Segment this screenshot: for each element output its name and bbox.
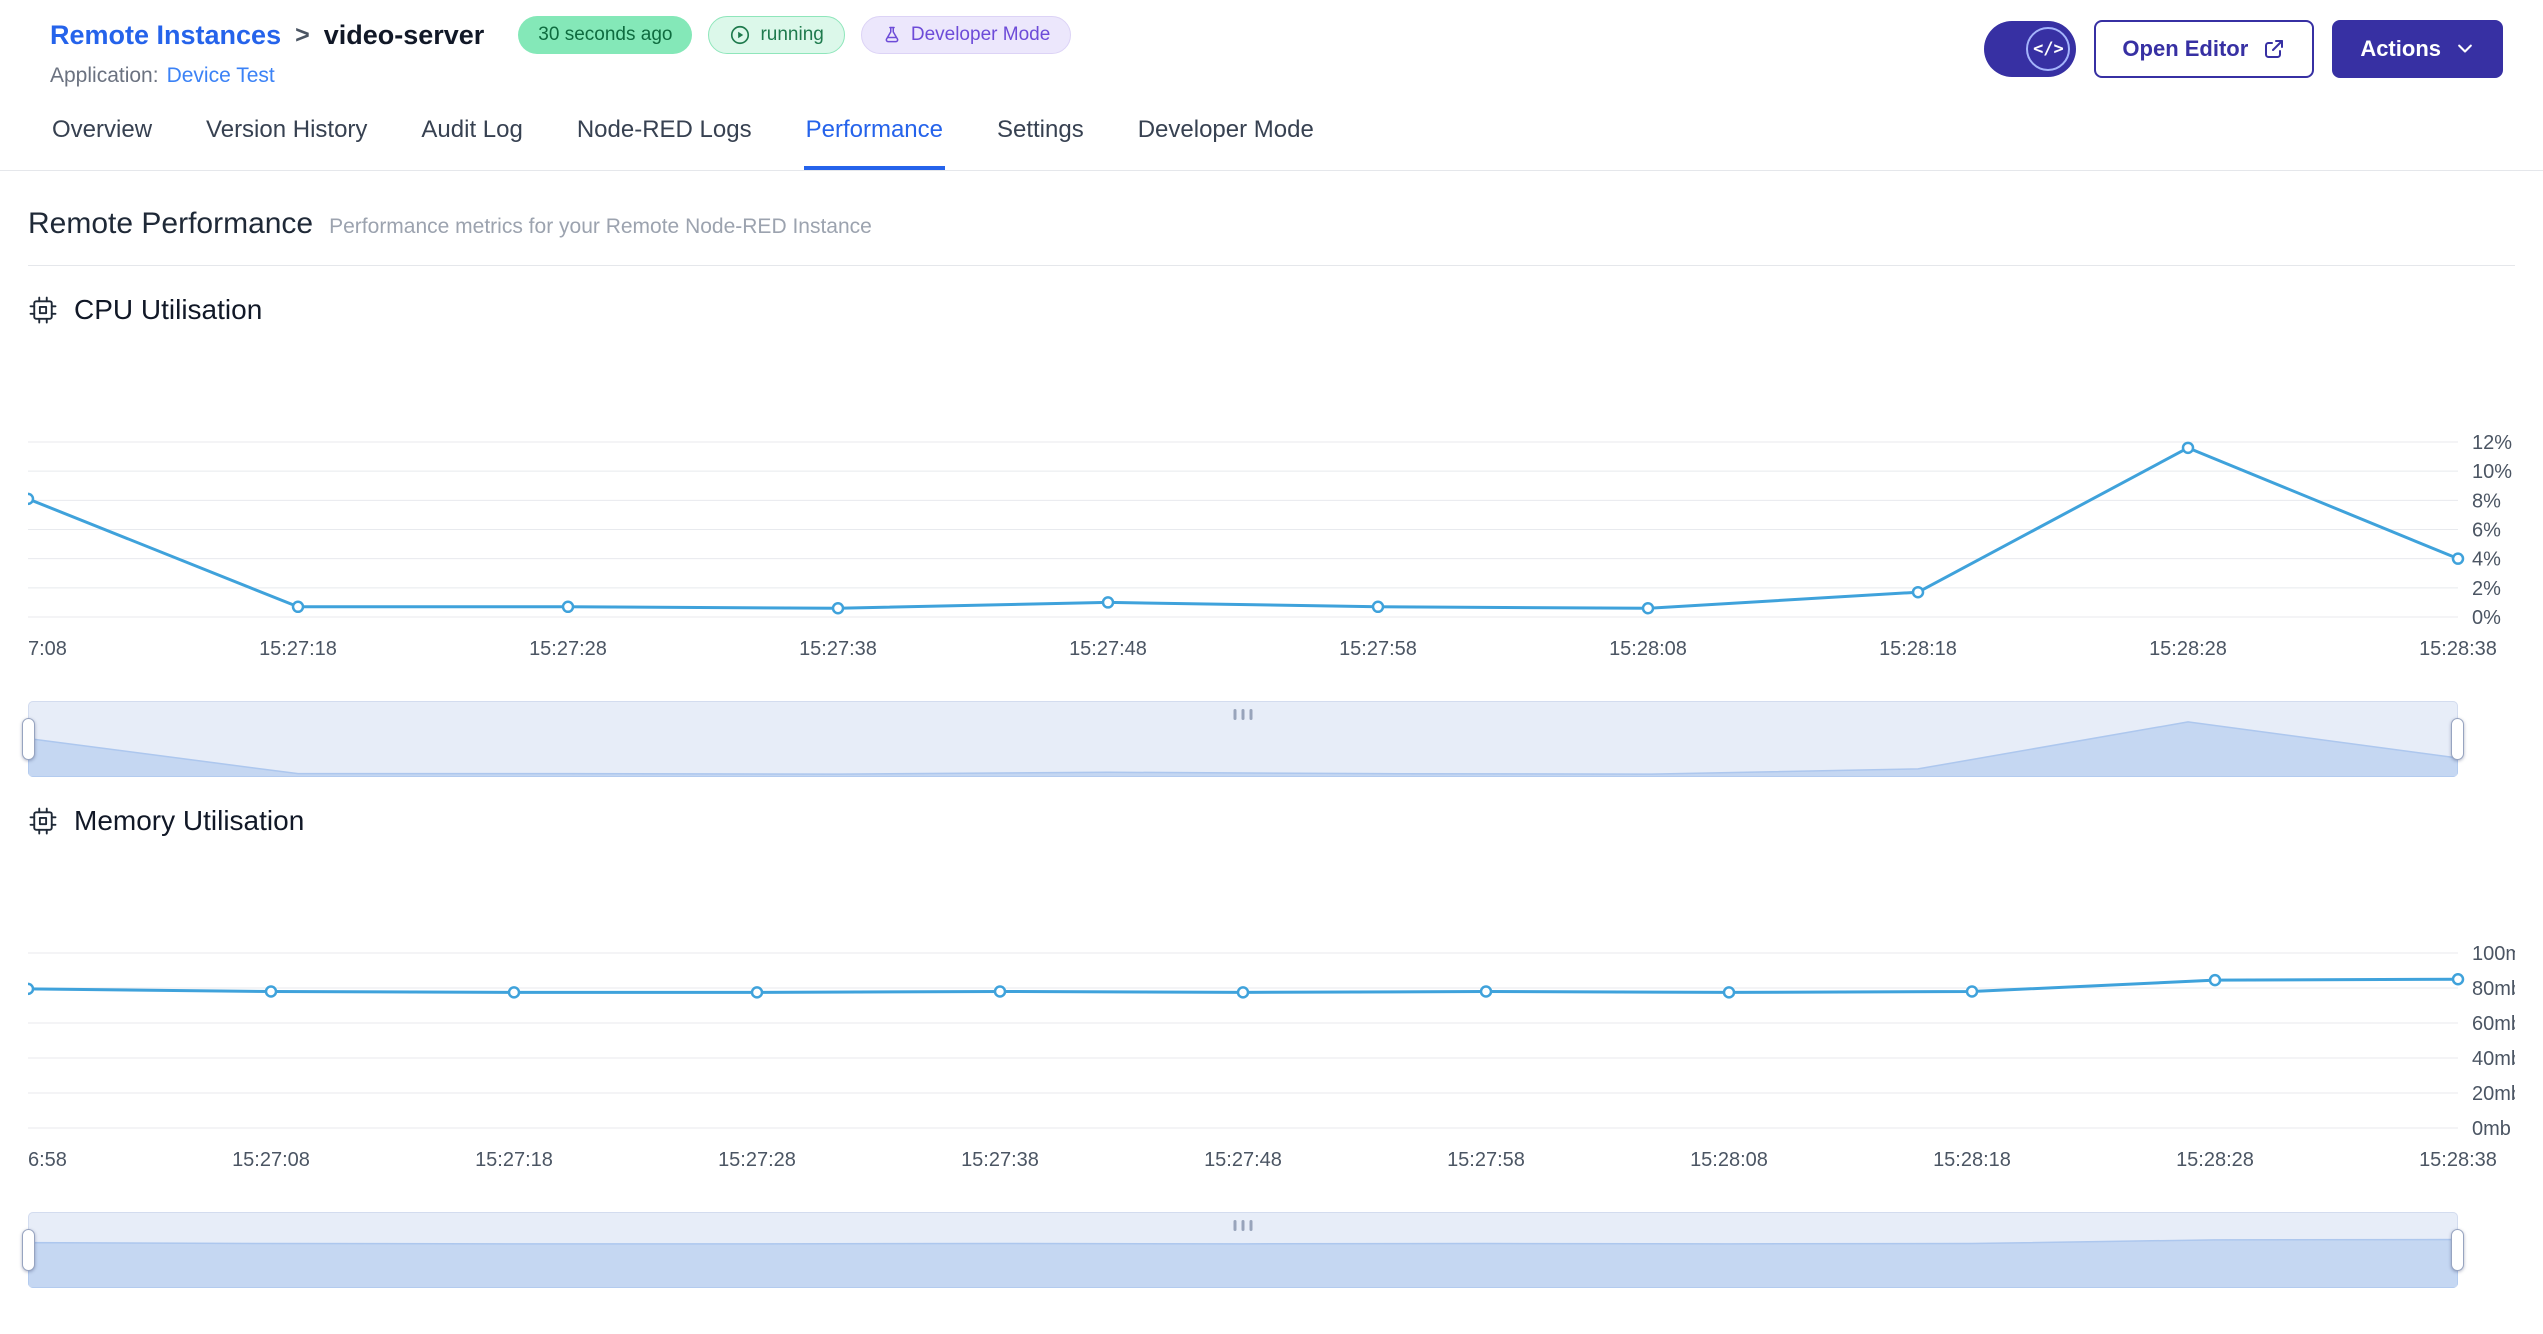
breadcrumb-separator: > [295,20,310,49]
breadcrumb: Remote Instances > video-server 30 secon… [50,16,1072,54]
last-seen-badge: 30 seconds ago [518,16,693,54]
cpu-brush-right-handle[interactable] [2451,718,2464,760]
svg-text:15:28:28: 15:28:28 [2176,1149,2254,1171]
svg-text:15:27:38: 15:27:38 [799,638,877,660]
memory-utilisation-section: Memory Utilisation 100mb 80mb 60mb 40mb 20mb… [22,777,2515,1288]
header-actions: </> Open Editor Actions [1984,16,2503,78]
svg-text:15:28:08: 15:28:08 [1609,638,1687,660]
cpu-utilisation-chart[interactable]: 12% 10% 8% 6% 4% 2% 0% 7:08 15:27:18 15:27:28 15:2… [28,332,2515,675]
application-label: Application: [50,64,159,87]
cpu-utilisation-section: CPU Utilisation 12% 10% 8% 6% 4% 2% 0% 7:08 15:2… [22,266,2515,777]
svg-text:15:27:28: 15:27:28 [718,1149,796,1171]
external-link-icon [2265,40,2284,58]
svg-text:20mb: 20mb [2472,1083,2515,1105]
svg-text:6%: 6% [2472,520,2501,542]
tab-audit-log[interactable]: Audit Log [419,116,524,170]
open-editor-label: Open Editor [2122,36,2249,61]
svg-text:15:28:18: 15:28:18 [1879,638,1957,660]
svg-text:15:27:48: 15:27:48 [1069,638,1147,660]
open-editor-button[interactable]: Open Editor [2094,20,2315,78]
tab-performance[interactable]: Performance [803,116,945,170]
remote-instance-page: Remote Instances > video-server 30 secon… [0,0,2543,1288]
svg-text:15:27:28: 15:27:28 [529,638,607,660]
svg-text:10%: 10% [2472,461,2512,483]
svg-text:15:28:38: 15:28:38 [2419,638,2497,660]
svg-text:80mb: 80mb [2472,978,2515,1000]
tab-node-red-logs[interactable]: Node-RED Logs [575,116,754,170]
breadcrumb-remote-instances-link[interactable]: Remote Instances [50,20,281,51]
svg-text:15:28:28: 15:28:28 [2149,638,2227,660]
svg-text:8%: 8% [2472,490,2501,512]
cpu-section-title: CPU Utilisation [74,294,263,325]
memory-chart-canvas[interactable]: 100mb 80mb 60mb 40mb 20mb 0mb 6:58 15:27:08 15:2… [28,843,2515,1186]
svg-text:100mb: 100mb [2472,943,2515,965]
instance-tabs: Overview Version History Audit Log Node-… [0,88,2543,171]
svg-text:40mb: 40mb [2472,1048,2515,1070]
svg-text:15:28:38: 15:28:38 [2419,1149,2497,1171]
svg-text:0%: 0% [2472,607,2501,629]
application-row: Application: Device Test [50,64,1071,88]
actions-button-label: Actions [2360,36,2441,61]
developer-mode-toggle[interactable]: </> [1984,21,2077,77]
svg-text:2%: 2% [2472,578,2501,600]
cpu-brush-grip-handle[interactable] [1233,709,1253,720]
svg-text:15:27:48: 15:27:48 [1204,1149,1282,1171]
memory-brush-grip-handle[interactable] [1233,1220,1253,1231]
flask-icon [885,26,899,43]
memory-brush-right-handle[interactable] [2451,1229,2464,1271]
memory-utilisation-chart[interactable]: 100mb 80mb 60mb 40mb 20mb 0mb 6:58 15:27:08 15:2… [28,843,2515,1186]
cpu-chart-canvas[interactable]: 12% 10% 8% 6% 4% 2% 0% 7:08 15:27:18 15:27:28 15:2… [28,332,2515,675]
play-circle-icon [731,25,750,45]
memory-section-header: Memory Utilisation [28,777,2515,837]
svg-text:60mb: 60mb [2472,1013,2515,1035]
cpu-section-header: CPU Utilisation [28,266,2515,326]
page-heading: Remote Performance Performance metrics f… [28,171,2515,266]
svg-text:4%: 4% [2472,549,2501,571]
performance-panel: Remote Performance Performance metrics f… [0,171,2543,1288]
actions-button[interactable]: Actions [2332,20,2503,78]
code-icon: </> [2026,27,2071,71]
memory-zoom-brush[interactable] [22,1212,2464,1288]
chevron-down-icon [2458,44,2472,53]
developer-mode-badge-label: Developer Mode [910,24,1051,45]
page-subtitle: Performance metrics for your Remote Node… [329,215,872,238]
cpu-chip-icon [29,296,57,324]
breadcrumb-current-instance: video-server [323,19,485,50]
developer-mode-badge: Developer Mode [860,16,1072,54]
page-title: Remote Performance [28,207,314,240]
page-header: Remote Instances > video-server 30 secon… [0,0,2543,88]
tab-version-history[interactable]: Version History [204,116,369,170]
svg-text:15:28:08: 15:28:08 [1690,1149,1768,1171]
memory-brush-left-handle[interactable] [22,1229,35,1271]
svg-text:0mb: 0mb [2472,1118,2511,1140]
memory-section-title: Memory Utilisation [74,805,305,836]
cpu-brush-left-handle[interactable] [22,718,35,760]
svg-text:15:27:08: 15:27:08 [232,1149,310,1171]
svg-text:15:27:58: 15:27:58 [1339,638,1417,660]
tab-developer-mode[interactable]: Developer Mode [1136,116,1316,170]
status-badges: 30 seconds ago running Developer Mode [518,16,1072,54]
svg-text:15:27:18: 15:27:18 [475,1149,553,1171]
tab-overview[interactable]: Overview [50,116,154,170]
status-running-badge: running [708,16,845,54]
svg-text:15:27:58: 15:27:58 [1447,1149,1525,1171]
tab-settings[interactable]: Settings [995,116,1086,170]
svg-text:15:27:18: 15:27:18 [259,638,337,660]
status-running-label: running [760,24,824,45]
svg-text:12%: 12% [2472,432,2512,454]
memory-chip-icon [29,807,57,835]
svg-text:7:08: 7:08 [28,638,67,660]
svg-text:15:27:38: 15:27:38 [961,1149,1039,1171]
cpu-zoom-brush[interactable] [22,701,2464,777]
svg-text:6:58: 6:58 [28,1149,67,1171]
application-link[interactable]: Device Test [167,64,275,87]
svg-text:15:28:18: 15:28:18 [1933,1149,2011,1171]
